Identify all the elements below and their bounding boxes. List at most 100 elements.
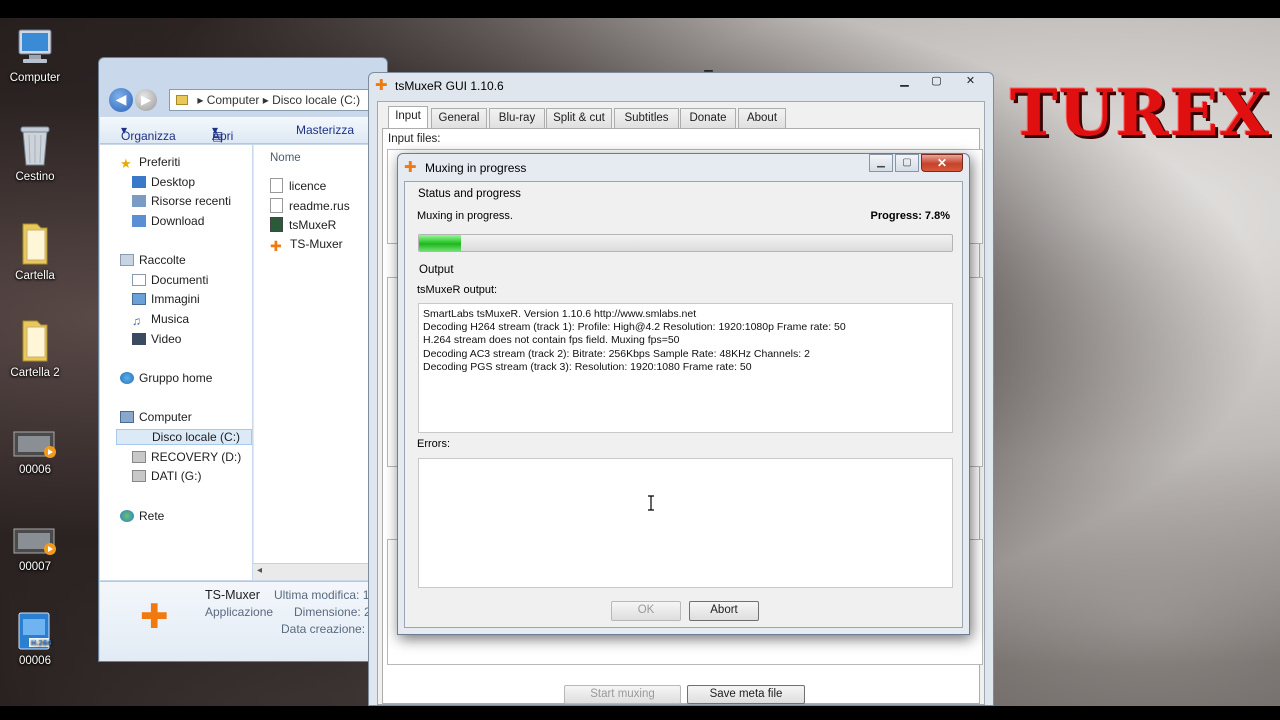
tab-split-cut[interactable]: Split & cut <box>546 108 612 128</box>
tsmuxer-app-icon: ✚ <box>270 238 282 254</box>
window-title: tsMuxeR GUI 1.10.6 <box>395 79 504 93</box>
maximize-button[interactable]: ▢ <box>895 154 919 172</box>
desktop-icon-video-00006[interactable]: 00006 <box>0 428 70 476</box>
nav-network[interactable]: Rete <box>120 509 164 523</box>
output-line: Decoding PGS stream (track 3): Resolutio… <box>423 360 752 373</box>
progress-bar <box>418 234 953 252</box>
output-label: tsMuxeR output: <box>417 284 498 296</box>
minimize-button[interactable]: ▁ <box>869 154 893 172</box>
recycle-bin-icon <box>20 126 50 166</box>
nav-music[interactable]: ♫ Musica <box>132 312 190 328</box>
breadcrumb-separator: ▸ <box>197 93 207 107</box>
nav-download[interactable]: Download <box>132 214 204 228</box>
libraries-icon <box>120 254 134 266</box>
breadcrumb-separator: ▸ <box>262 93 273 107</box>
column-header-name[interactable]: Nome <box>270 152 301 164</box>
desktop-icon-folder[interactable]: Cartella <box>0 220 70 282</box>
ok-button[interactable]: OK <box>611 601 681 621</box>
nav-label: Musica <box>151 312 190 326</box>
details-size: Dimensione: 2 <box>294 605 371 619</box>
tab-about[interactable]: About <box>738 108 786 128</box>
close-button[interactable]: ✕ <box>921 154 963 172</box>
desktop-icon-label: Computer <box>9 72 61 84</box>
desktop-icon-label: 00007 <box>19 561 51 573</box>
save-meta-file-button[interactable]: Save meta file <box>687 685 805 704</box>
file-item[interactable]: licence <box>270 178 326 193</box>
nav-video[interactable]: Video <box>132 332 181 346</box>
explorer-toolbar: Organizza ▾ ▤ Apri ▾ Masterizza <box>100 117 387 144</box>
tab-input[interactable]: Input <box>388 106 428 129</box>
nav-label: Desktop <box>151 175 196 189</box>
explorer-window[interactable]: ▁ ◀ ▶ ▸ Computer ▸ Disco locale (C:) Org… <box>98 57 713 662</box>
exe-file-icon <box>270 217 283 232</box>
nav-drive-g[interactable]: DATI (G:) <box>132 469 201 483</box>
details-type: Applicazione <box>205 605 274 619</box>
explorer-titlebar[interactable]: ▁ <box>99 58 712 83</box>
open-menu[interactable]: ▤ Apri ▾ <box>212 123 233 143</box>
file-list: Nome licence readme.rus tsMuxeR ✚ TS-Muxe… <box>253 145 387 580</box>
maximize-button[interactable]: ▢ <box>923 73 950 90</box>
file-item[interactable]: ✚ TS-Muxer <box>270 237 343 254</box>
tab-subtitles[interactable]: Subtitles <box>614 108 679 128</box>
burn-button[interactable]: Masterizza <box>296 123 354 137</box>
nav-libraries[interactable]: Raccolte <box>120 253 186 267</box>
breadcrumb-computer[interactable]: Computer <box>207 93 260 107</box>
organize-menu[interactable]: Organizza ▾ <box>121 123 176 143</box>
nav-desktop[interactable]: Desktop <box>132 175 195 189</box>
desktop-icon-label: 00006 <box>19 464 51 476</box>
desktop-icon-h264-00006[interactable]: H.264 00006 <box>0 611 70 667</box>
nav-homegroup[interactable]: Gruppo home <box>120 371 212 385</box>
video-file-icon <box>13 528 56 555</box>
file-item[interactable]: readme.rus <box>270 198 350 213</box>
file-item[interactable]: tsMuxeR <box>270 217 336 232</box>
letterbox-top <box>0 0 1280 18</box>
video-icon <box>132 333 146 345</box>
scroll-left-icon[interactable]: ◂ <box>257 565 262 576</box>
desktop-icon-video-00007[interactable]: 00007 <box>0 525 70 573</box>
forward-button[interactable]: ▶ <box>135 89 157 111</box>
back-button[interactable]: ◀ <box>109 88 133 112</box>
muxing-dialog[interactable]: ✚ Muxing in progress ▁ ▢ ✕ Status and pr… <box>397 153 970 635</box>
start-muxing-button[interactable]: Start muxing <box>564 685 681 704</box>
errors-log[interactable] <box>418 458 953 588</box>
abort-button[interactable]: Abort <box>689 601 759 621</box>
nav-label: Gruppo home <box>139 371 213 385</box>
nav-documents[interactable]: Documenti <box>132 273 208 287</box>
horizontal-scrollbar[interactable]: ◂ <box>253 563 387 580</box>
navigation-pane: ★ Preferiti Desktop Risorse recenti Downl… <box>100 145 252 580</box>
nav-drive-c[interactable]: Disco locale (C:) <box>116 429 252 445</box>
organize-label: Organizza <box>121 129 176 143</box>
video-file-icon <box>13 431 56 458</box>
desktop-icon-label: Cartella 2 <box>10 367 60 379</box>
desktop-icon-computer[interactable]: Computer <box>0 28 70 84</box>
output-log[interactable]: SmartLabs tsMuxeR. Version 1.10.6 http:/… <box>418 303 953 433</box>
minimize-button[interactable]: ▁ <box>891 73 918 90</box>
folder-icon <box>22 320 48 362</box>
errors-label: Errors: <box>417 438 450 450</box>
close-button[interactable]: ✕ <box>957 73 984 90</box>
desktop-icon-folder-2[interactable]: Cartella 2 <box>0 317 70 379</box>
breadcrumb-drive[interactable]: Disco locale (C:) <box>272 93 360 107</box>
drive-icon <box>132 451 146 463</box>
desktop-icon-recycle-bin[interactable]: Cestino <box>0 123 70 183</box>
tab-general[interactable]: General <box>431 108 487 128</box>
computer-icon <box>120 411 134 423</box>
nav-computer[interactable]: Computer <box>120 410 192 424</box>
tab-blu-ray[interactable]: Blu-ray <box>489 108 545 128</box>
status-group-title: Status and progress <box>418 188 521 200</box>
file-label: tsMuxeR <box>289 218 337 232</box>
folder-icon <box>22 223 48 265</box>
tab-donate[interactable]: Donate <box>680 108 736 128</box>
nav-favorites[interactable]: ★ Preferiti <box>120 155 180 171</box>
output-line: SmartLabs tsMuxeR. Version 1.10.6 http:/… <box>423 308 697 320</box>
nav-pictures[interactable]: Immagini <box>132 292 200 306</box>
nav-label: Risorse recenti <box>151 194 232 208</box>
file-label: licence <box>289 179 327 193</box>
address-bar[interactable]: ▸ Computer ▸ Disco locale (C:) <box>169 89 387 111</box>
tsmuxer-app-icon: ✚ <box>375 77 388 94</box>
details-name: TS-Muxer <box>205 588 260 602</box>
nav-drive-d[interactable]: RECOVERY (D:) <box>132 450 241 464</box>
desktop-icon-label: 00006 <box>19 655 51 667</box>
nav-recent[interactable]: Risorse recenti <box>132 194 231 208</box>
output-line: Decoding AC3 stream (track 2): Bitrate: … <box>423 347 810 360</box>
